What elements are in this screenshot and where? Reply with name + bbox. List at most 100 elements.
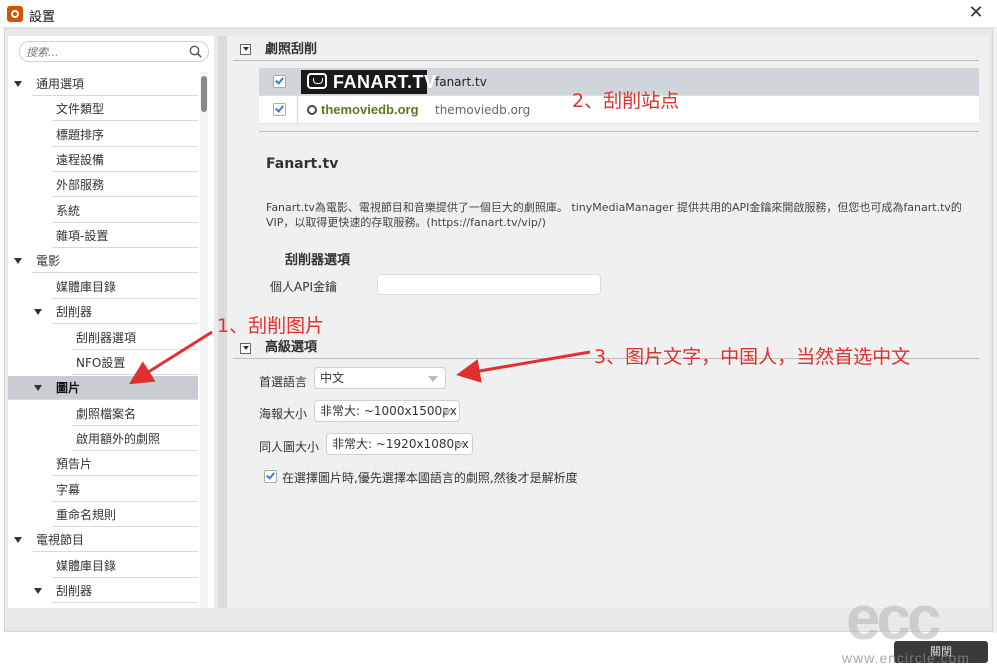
sidebar-item-label: 通用選項 [36, 77, 85, 91]
sidebar-scrollbar[interactable] [200, 72, 208, 608]
sidebar-item[interactable]: 通用選項 [14, 72, 198, 96]
background-strip [993, 28, 997, 633]
annotation-step-1: 1、刮削图片 [217, 315, 325, 337]
sidebar-item[interactable]: 劇照檔案名 [72, 402, 198, 426]
expand-arrow-icon[interactable] [14, 537, 22, 544]
scraper-detail-title: Fanart.tv [266, 156, 339, 172]
sidebar-item[interactable]: 電影 [14, 249, 198, 274]
artwork-section-title: 劇照刮削 [265, 42, 318, 57]
sidebar-item-label: 啟用額外的劇照 [76, 431, 161, 446]
sidebar-item[interactable]: 雜項-設置 [52, 224, 198, 249]
expand-arrow-icon[interactable] [34, 385, 42, 392]
sidebar-item[interactable]: 媒體庫目錄 [52, 554, 198, 578]
scraper-options-title: 刮削器選項 [285, 253, 351, 268]
fanart-size-value: 非常大: ~1920x1080px [332, 437, 469, 451]
sidebar-item[interactable]: 文件類型 [52, 97, 198, 122]
sidebar-item-label: 文件類型 [56, 102, 105, 117]
tmdb-icon [307, 105, 317, 115]
sidebar-item-label: 電影 [36, 254, 61, 269]
preferred-language-select[interactable]: 中文 [314, 367, 446, 389]
chevron-down-icon [455, 442, 465, 448]
sidebar-item[interactable]: 預告片 [52, 452, 198, 477]
sidebar-item-label: 電視節目 [36, 533, 85, 548]
poster-size-value: 非常大: ~1000x1500px [320, 404, 457, 418]
fanart-logo: FANART.TV [301, 70, 436, 94]
checkmark-icon [266, 470, 275, 480]
search-input[interactable] [26, 44, 186, 60]
sidebar-item-label: 媒體庫目錄 [56, 558, 117, 573]
sidebar-item[interactable]: 媒體庫目錄 [52, 275, 198, 299]
scraper-name: themoviedb.org [435, 103, 531, 117]
sidebar-item[interactable]: 字幕 [52, 478, 198, 502]
sidebar-item[interactable]: 遠程設備 [52, 148, 198, 173]
expand-arrow-icon[interactable] [34, 588, 42, 594]
scraper-name: fanart.tv [435, 75, 487, 89]
sidebar-item[interactable]: 重命名規則 [52, 503, 198, 527]
sidebar-item[interactable]: 刮削器選項 [72, 326, 198, 350]
sidebar-item-label: 重命名規則 [56, 507, 117, 522]
sidebar-item-label: 圖片 [56, 381, 81, 396]
sidebar-item[interactable]: 刮削器 [34, 300, 198, 325]
sidebar-item[interactable]: 外部服務 [52, 173, 198, 198]
checkmark-icon [275, 103, 284, 113]
api-key-label: 個人API金鑰 [270, 280, 337, 294]
scraper-checkbox[interactable] [273, 103, 286, 116]
expand-arrow-icon[interactable] [34, 309, 42, 316]
prefer-language-label: 在選擇圖片時,優先選擇本國語言的劇照,然後才是解析度 [282, 471, 578, 485]
expand-arrow-icon[interactable] [14, 81, 22, 87]
chevron-down-icon [442, 409, 452, 415]
column-divider [297, 68, 298, 96]
tmdb-logo-text: themoviedb.org [321, 102, 419, 117]
sidebar-item-label: 字幕 [56, 482, 81, 497]
sidebar-item[interactable]: 標題排序 [52, 123, 198, 147]
sidebar-item-label: 刮削器 [56, 305, 93, 320]
sidebar-item[interactable]: 電視節目 [14, 528, 198, 553]
sidebar-item-label: NFO設置 [76, 355, 126, 370]
window-title: 設置 [29, 10, 56, 25]
fanart-logo-text: FANART.TV [333, 72, 437, 92]
title-bar: 設置 ✕ [0, 0, 997, 28]
sidebar-item-label: 遠程設備 [56, 153, 105, 168]
tmdb-logo: themoviedb.org [307, 102, 419, 117]
table-bottom-divider [259, 131, 979, 132]
sidebar-item-label: 劇照檔案名 [76, 406, 137, 421]
scraper-checkbox[interactable] [273, 75, 286, 88]
column-divider [297, 96, 298, 124]
sidebar-item[interactable]: 圖片 [8, 376, 198, 401]
search-box[interactable] [19, 41, 209, 62]
watermark-logo: ecc [846, 584, 941, 653]
annotation-step-2: 2、刮削站点 [572, 90, 680, 112]
fanart-size-label: 同人圖大小 [259, 440, 320, 454]
sidebar-item-label: 外部服務 [56, 178, 105, 193]
sidebar-item[interactable]: NFO設置 [72, 351, 198, 375]
window-close-icon[interactable]: ✕ [963, 2, 989, 24]
sidebar-item[interactable]: 啟用額外的劇照 [72, 427, 198, 451]
sidebar-item[interactable]: 刮削器 [34, 579, 198, 603]
sidebar-item-label: 刮削器選項 [76, 330, 137, 345]
search-icon[interactable] [189, 45, 202, 58]
expand-arrow-icon[interactable] [14, 258, 22, 265]
section-divider [233, 60, 979, 61]
poster-size-select[interactable]: 非常大: ~1000x1500px [314, 400, 460, 422]
preferred-language-value: 中文 [320, 371, 345, 385]
poster-size-label: 海報大小 [259, 407, 308, 421]
chevron-down-icon [428, 376, 438, 382]
watermark-url: www.encircle.com [842, 650, 971, 666]
sidebar-item-label: 標題排序 [56, 127, 105, 142]
preferred-language-label: 首選語言 [259, 375, 308, 389]
sidebar-item-label: 刮削器 [56, 584, 93, 598]
fanart-size-select[interactable]: 非常大: ~1920x1080px [326, 433, 473, 455]
collapse-artwork-icon[interactable] [240, 44, 251, 55]
sidebar-item-label: 預告片 [56, 457, 93, 472]
collapse-advanced-icon[interactable] [240, 343, 251, 354]
scraper-description: Fanart.tv為電影、電視節目和音樂提供了一個巨大的劇照庫。 tinyMed… [266, 201, 962, 229]
sidebar-item-label: 雜項-設置 [56, 229, 109, 244]
app-icon [7, 6, 23, 22]
prefer-language-checkbox[interactable] [264, 470, 277, 483]
annotation-step-3: 3、图片文字，中国人，当然首选中文 [594, 346, 911, 368]
sidebar-item-label: 媒體庫目錄 [56, 279, 117, 294]
sidebar-scrollbar-thumb[interactable] [201, 76, 207, 112]
api-key-input[interactable] [377, 274, 601, 295]
sidebar-item-label: 系統 [56, 203, 81, 218]
sidebar-item[interactable]: 系統 [52, 199, 198, 223]
